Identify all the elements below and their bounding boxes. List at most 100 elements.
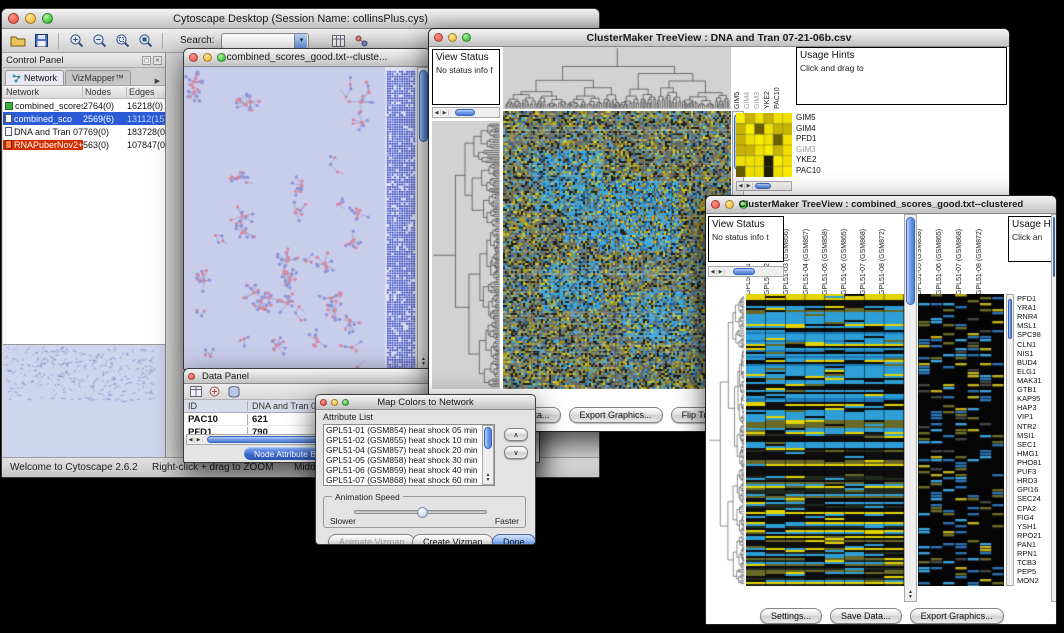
row-dendrogram-canvas[interactable] (432, 121, 500, 389)
secondary-heatmap-canvas[interactable] (918, 294, 1004, 586)
save-session-icon[interactable] (31, 31, 51, 50)
horizontal-scrollbar[interactable]: ◀ ▶ (432, 107, 500, 118)
heatmap-canvas[interactable] (746, 294, 904, 586)
treeview-button[interactable]: Settings... (760, 608, 822, 624)
move-down-button[interactable]: ∨ (504, 446, 528, 459)
gene-label: NIS1 (1017, 349, 1050, 358)
move-up-button[interactable]: ∧ (504, 428, 528, 441)
scrollbar-thumb[interactable] (1008, 299, 1012, 339)
vertical-scrollbar[interactable] (1051, 214, 1056, 602)
main-titlebar[interactable]: Cytoscape Desktop (Session Name: collins… (2, 9, 599, 29)
scroll-left-icon[interactable]: ◀ (433, 110, 441, 116)
network-graph-canvas[interactable] (184, 67, 417, 370)
float-panel-icon[interactable]: ◻ (142, 56, 151, 65)
gene-label: GTB1 (1017, 385, 1050, 394)
network-list-item[interactable]: combined_sco2569(6)13112(15) (3, 112, 165, 125)
correlation-matrix-canvas[interactable] (736, 113, 792, 177)
attribute-list-item[interactable]: GPL51-04 (GSM857) heat shock 20 min (324, 445, 494, 455)
column-header-label: GPL51-05 (GSM858) (822, 229, 829, 295)
treeview-button[interactable]: Export Graphics... (569, 407, 663, 423)
network-list-item[interactable]: DNA and Tran 07769(0)183728(0) (3, 125, 165, 138)
create-vizmap-button[interactable]: Create Vizmap (412, 534, 493, 545)
treeview-button[interactable]: Save Data... (830, 608, 902, 624)
network-view-body: ▲▼ (184, 67, 430, 369)
select-attributes-icon[interactable] (188, 385, 203, 399)
usage-hints-title: Usage Hi (1009, 217, 1055, 230)
create-attribute-icon[interactable] (207, 385, 222, 399)
network-nodes: 769(0) (83, 127, 127, 137)
attribute-list-item[interactable]: GPL51-02 (GSM855) heat shock 10 min (324, 435, 494, 445)
gene-label: TCB3 (1017, 558, 1050, 567)
heatmap-canvas[interactable] (503, 111, 731, 389)
scroll-left-icon[interactable]: ◀ (709, 269, 717, 275)
network-name: combined_sco (14, 114, 72, 124)
scrollbar-thumb[interactable] (484, 427, 492, 449)
scroll-right-icon[interactable]: ▶ (195, 437, 203, 443)
scroll-left-icon[interactable]: ◀ (737, 183, 745, 189)
slider-thumb[interactable] (417, 507, 428, 518)
vertical-scrollbar[interactable]: ▲▼ (904, 214, 917, 602)
network-list-item[interactable]: combined_scores2764(0)16218(0) (3, 99, 165, 112)
treeview-titlebar[interactable]: ClusterMaker TreeView : DNA and Tran 07-… (429, 29, 1009, 47)
scrollbar-thumb[interactable] (906, 217, 915, 305)
network-type-icon (5, 127, 12, 136)
open-session-icon[interactable] (8, 31, 28, 50)
close-panel-icon[interactable]: ✕ (153, 56, 162, 65)
view-status-panel: View Status No status info t (708, 216, 784, 262)
gene-label: MON2 (1017, 576, 1050, 585)
zoom-in-icon[interactable] (66, 31, 86, 50)
scroll-right-icon[interactable]: ▶ (441, 110, 449, 116)
tab-network[interactable]: Network (5, 70, 64, 85)
network-view-titlebar[interactable]: combined_scores_good.txt--cluste... (184, 49, 430, 67)
horizontal-scrollbar[interactable]: ◀ ▶ (736, 181, 792, 191)
zoom-fit-icon[interactable] (135, 31, 155, 50)
treeview-titlebar[interactable]: ClusterMaker TreeView : combined_scores_… (706, 196, 1056, 214)
animation-speed-slider[interactable] (354, 510, 487, 514)
scroll-left-icon[interactable]: ◀ (187, 437, 195, 443)
network-view-window: combined_scores_good.txt--cluste... ▲▼ (183, 48, 431, 370)
scrollbar-thumb[interactable] (455, 109, 475, 116)
zoom-out-icon[interactable] (89, 31, 109, 50)
attribute-list-item[interactable]: GPL51-05 (GSM858) heat shock 30 min (324, 455, 494, 465)
column-dendrogram-canvas[interactable] (503, 47, 731, 109)
scrollbar-thumb[interactable] (1053, 217, 1055, 277)
dialog-titlebar[interactable]: Map Colors to Network (316, 395, 535, 410)
control-panel-title: Control Panel (6, 55, 140, 66)
zoom-selected-icon[interactable] (112, 31, 132, 50)
attribute-list-item[interactable]: GPL51-07 (GSM868) heat shock 60 min (324, 475, 494, 485)
birdseye-view-canvas[interactable] (3, 345, 162, 455)
treeview-button[interactable]: Export Graphics... (910, 608, 1004, 624)
done-button[interactable]: Done (492, 534, 536, 545)
tab-vizmapper[interactable]: VizMapper™ (65, 70, 131, 85)
vertical-scrollbar[interactable] (1006, 294, 1014, 586)
scroll-right-icon[interactable]: ▶ (745, 183, 753, 189)
search-dropdown-icon[interactable]: ▾ (294, 34, 307, 48)
attribute-list-label: Attribute List (323, 412, 373, 422)
attribute-list-item[interactable]: GPL51-06 (GSM859) heat shock 40 min (324, 465, 494, 475)
network-edges: 16218(0) (127, 101, 165, 111)
network-type-icon (5, 114, 12, 123)
attribute-list[interactable]: GPL51-01 (GSM854) heat shock 05 minGPL51… (323, 424, 495, 486)
column-header-label: GPL51-03 (GSM856) (783, 229, 790, 295)
close-icon[interactable] (188, 373, 195, 380)
vertical-scrollbar[interactable]: ▲▼ (482, 425, 494, 485)
scrollbar-thumb[interactable] (733, 268, 755, 275)
row-dendrogram-canvas[interactable] (708, 294, 745, 586)
scrollbar-arrows-icon[interactable]: ▲▼ (483, 473, 493, 483)
gene-label: PAN1 (1017, 540, 1050, 549)
network-list-item[interactable]: RNAPuberNov2+563(0)107847(0) (3, 138, 165, 151)
scrollbar-thumb[interactable] (419, 70, 428, 142)
gene-label: NTR2 (1017, 422, 1050, 431)
tab-overflow-icon[interactable]: ▶ (152, 77, 163, 85)
network-list: combined_scores2764(0)16218(0)combined_s… (3, 99, 165, 151)
attribute-store-icon[interactable] (226, 385, 241, 399)
scrollbar-thumb[interactable] (755, 183, 771, 189)
horizontal-scrollbar[interactable]: ◀ ▶ (708, 266, 784, 277)
scrollbar-arrows-icon[interactable]: ▲▼ (905, 590, 916, 600)
search-input[interactable]: ▾ (221, 33, 309, 49)
animate-vizmap-button[interactable]: Animate Vizmap (328, 534, 415, 545)
attribute-list-item[interactable]: GPL51-01 (GSM854) heat shock 05 min (324, 425, 494, 435)
gene-label: HMG1 (1017, 449, 1050, 458)
scroll-right-icon[interactable]: ▶ (717, 269, 725, 275)
network-name: RNAPuberNov2+ (14, 140, 83, 150)
